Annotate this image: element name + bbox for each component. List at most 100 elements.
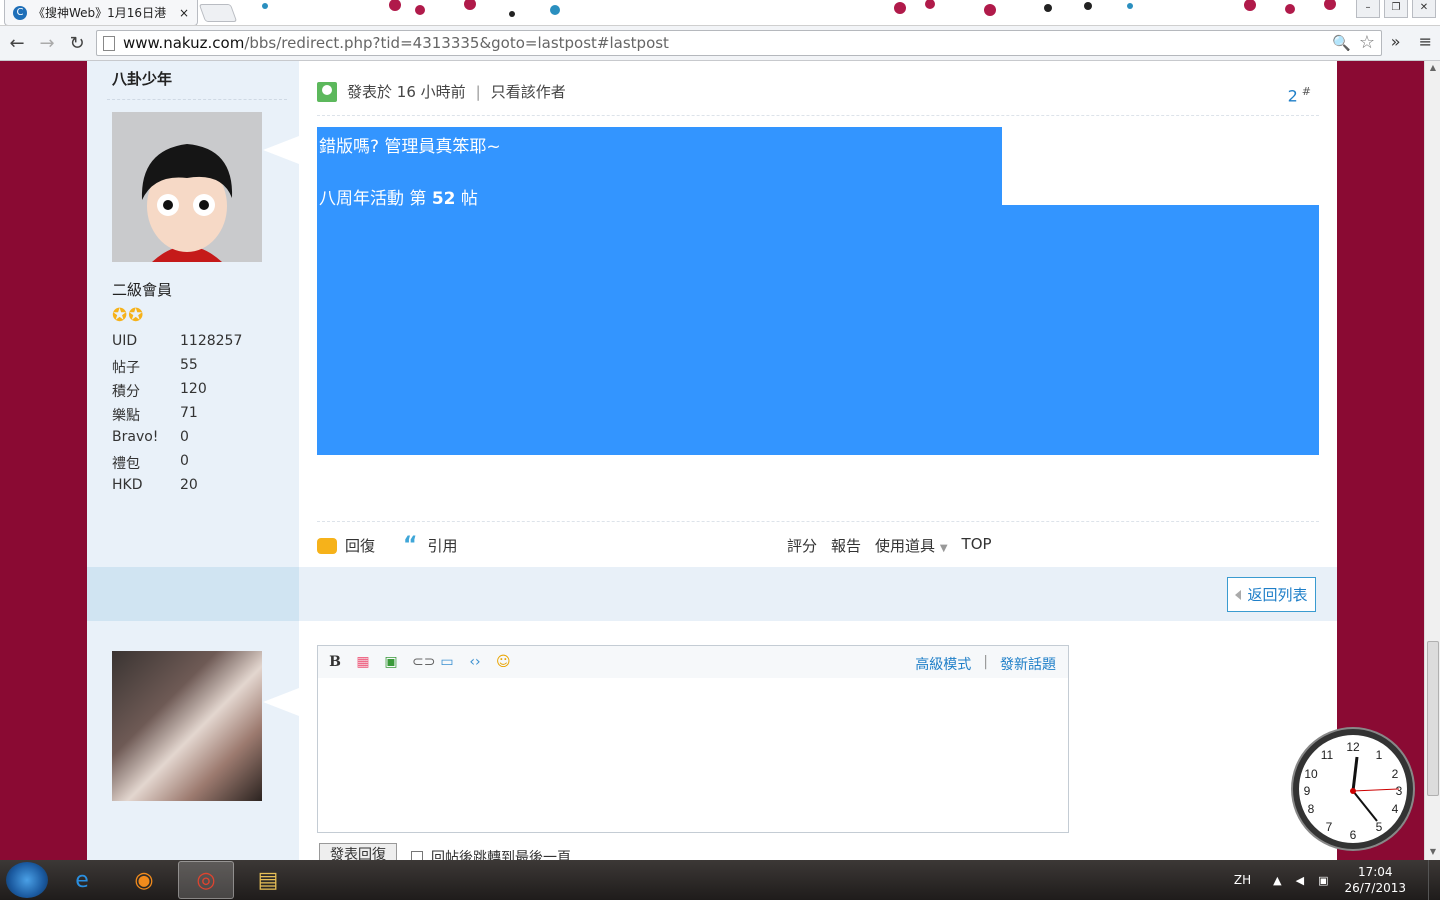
system-tray: ZH ▲ ◀ ▣ 17:04 26/7/2013 bbox=[1234, 860, 1440, 900]
reload-icon[interactable]: ↻ bbox=[64, 30, 90, 56]
message-number: 52 bbox=[431, 189, 456, 209]
post-username[interactable]: 八卦少年 bbox=[112, 68, 172, 89]
minimize-icon[interactable]: – bbox=[1356, 0, 1380, 18]
stat-row: 積分 120 bbox=[112, 381, 272, 405]
svg-text:8: 8 bbox=[1308, 802, 1315, 816]
bookmark-star-icon[interactable]: ☆ bbox=[1359, 32, 1375, 53]
clock-face-icon: 12 12 3 45 6 78 9 1011 bbox=[1304, 740, 1403, 842]
extensions-chevron-icon[interactable]: » bbox=[1391, 32, 1401, 51]
new-tab-button[interactable] bbox=[198, 4, 238, 22]
top-link[interactable]: TOP bbox=[962, 535, 992, 556]
reply-icon[interactable] bbox=[317, 537, 337, 554]
stat-value: 20 bbox=[180, 477, 198, 493]
svg-text:10: 10 bbox=[1304, 767, 1318, 781]
toolbar-right: » ≡ bbox=[1391, 32, 1432, 51]
scroll-up-icon[interactable]: ▲ bbox=[1427, 63, 1439, 75]
stat-row: HKD 20 bbox=[112, 477, 272, 501]
stat-key: HKD bbox=[112, 477, 143, 493]
text-selection bbox=[317, 205, 1319, 455]
site-favicon-icon: C bbox=[13, 5, 27, 20]
firefox-icon[interactable]: ◉ bbox=[116, 861, 172, 899]
network-icon[interactable]: ▣ bbox=[1318, 874, 1328, 887]
address-bar[interactable]: www.nakuz.com/bbs/redirect.php?tid=43133… bbox=[96, 30, 1382, 56]
quote-icon[interactable]: “ bbox=[403, 534, 417, 556]
code-icon[interactable]: ‹› bbox=[468, 655, 482, 669]
speech-bubble-icon[interactable]: ▭ bbox=[440, 655, 454, 669]
tab-close-icon[interactable]: × bbox=[179, 6, 189, 20]
message-line: 八周年活動 第 52 帖 bbox=[319, 184, 478, 209]
author-only-link[interactable]: 只看該作者 bbox=[491, 81, 566, 102]
page-icon bbox=[103, 35, 115, 51]
volume-icon[interactable]: ◀ bbox=[1296, 874, 1304, 887]
browser-toolbar: ← → ↻ www.nakuz.com/bbs/redirect.php?tid… bbox=[0, 26, 1440, 61]
left-triangle-icon bbox=[1235, 589, 1242, 600]
svg-text:6: 6 bbox=[1350, 828, 1357, 842]
rate-link[interactable]: 評分 bbox=[787, 535, 817, 556]
forward-arrow-icon[interactable]: → bbox=[34, 30, 60, 56]
reply-link[interactable]: 回復 bbox=[345, 535, 375, 556]
color-grid-icon[interactable]: ▦ bbox=[356, 655, 370, 669]
quick-reply-editor: B ▦ ▣ ⊂⊃ ▭ ‹› ☺ 高級模式 | 發新話題 bbox=[317, 645, 1069, 833]
editor-links: 高級模式 | 發新話題 bbox=[915, 654, 1056, 674]
reply-avatar[interactable] bbox=[112, 651, 262, 801]
link-icon[interactable]: ⊂⊃ bbox=[412, 655, 435, 669]
chrome-icon[interactable]: ◎ bbox=[178, 861, 234, 899]
browser-tab[interactable]: C 《搜神Web》1月16日港 × bbox=[4, 0, 198, 25]
message-prefix: 八周年活動 第 bbox=[319, 189, 427, 209]
tray-date: 26/7/2013 bbox=[1344, 881, 1406, 895]
online-user-icon bbox=[317, 81, 337, 102]
svg-text:5: 5 bbox=[1376, 820, 1383, 834]
page-scrollbar[interactable]: ▲ ▼ bbox=[1424, 61, 1440, 861]
back-arrow-icon[interactable]: ← bbox=[4, 30, 30, 56]
start-button[interactable] bbox=[6, 862, 48, 898]
menu-icon[interactable]: ≡ bbox=[1419, 32, 1432, 51]
back-to-list-button[interactable]: 返回列表 bbox=[1227, 577, 1316, 612]
smiley-icon[interactable]: ☺ bbox=[496, 655, 511, 669]
svg-text:1: 1 bbox=[1376, 748, 1383, 762]
zoom-icon[interactable]: 🔍 bbox=[1332, 34, 1351, 52]
stat-value: 120 bbox=[180, 381, 207, 397]
restore-icon[interactable]: ❐ bbox=[1384, 0, 1408, 18]
scroll-thumb[interactable] bbox=[1427, 641, 1439, 796]
internet-explorer-icon[interactable]: e bbox=[54, 861, 110, 899]
user-avatar[interactable] bbox=[112, 112, 262, 262]
file-explorer-icon[interactable]: ▤ bbox=[240, 861, 296, 899]
stat-key: 樂點 bbox=[112, 408, 140, 424]
svg-text:4: 4 bbox=[1392, 802, 1399, 816]
post-actions-left: 回復 “ 引用 bbox=[317, 534, 458, 556]
window-controls: – ❐ ✕ bbox=[1356, 0, 1436, 18]
report-link[interactable]: 報告 bbox=[831, 535, 861, 556]
show-desktop-button[interactable] bbox=[1428, 860, 1440, 900]
dropdown-caret-icon: ▼ bbox=[939, 543, 948, 554]
clock-gadget: 12 1 2 3 4 5 6 7 8 9 10 11 bbox=[1293, 729, 1413, 849]
floor-symbol: # bbox=[1301, 85, 1311, 98]
image-icon[interactable]: ▣ bbox=[384, 655, 398, 669]
message-line: 錯版嗎? 管理員真笨耶~ bbox=[319, 137, 501, 157]
post-body: 發表於 16 小時前 | 只看該作者 2 # 錯版嗎? 管理員真笨耶~ 八周年活動… bbox=[299, 69, 1337, 567]
show-hidden-icons-icon[interactable]: ▲ bbox=[1273, 874, 1281, 887]
use-item-label: 使用道具 bbox=[875, 537, 936, 555]
posted-prefix: 發表於 bbox=[347, 83, 393, 101]
advanced-mode-link[interactable]: 高級模式 bbox=[915, 654, 971, 674]
stat-row: 禮包 0 bbox=[112, 453, 272, 477]
footer-separator bbox=[317, 521, 1319, 522]
stat-key: 帖子 bbox=[112, 360, 140, 376]
rank-stars-icon: ✪✪ bbox=[112, 305, 145, 326]
post-actions-right: 評分 報告 使用道具 ▼ TOP bbox=[787, 535, 992, 556]
forum-page: 八卦少年 二級會員 ✪✪ UID 1128257 帖子 55 積分 120 樂點 71 … bbox=[87, 61, 1337, 867]
stat-key: UID bbox=[112, 333, 138, 349]
language-indicator[interactable]: ZH bbox=[1234, 873, 1251, 887]
quote-link[interactable]: 引用 bbox=[427, 535, 457, 556]
svg-text:11: 11 bbox=[1321, 748, 1334, 762]
close-window-icon[interactable]: ✕ bbox=[1412, 0, 1436, 18]
floor-number[interactable]: 2 # bbox=[1288, 85, 1311, 105]
bold-icon[interactable]: B bbox=[328, 655, 342, 669]
use-item-link[interactable]: 使用道具 ▼ bbox=[875, 535, 948, 556]
svg-text:3: 3 bbox=[1396, 784, 1403, 798]
tray-clock[interactable]: 17:04 26/7/2013 bbox=[1344, 864, 1406, 896]
svg-text:7: 7 bbox=[1326, 820, 1333, 834]
new-topic-link[interactable]: 發新話題 bbox=[1000, 654, 1056, 674]
scroll-down-icon[interactable]: ▼ bbox=[1427, 847, 1439, 859]
reply-pointer bbox=[263, 688, 299, 716]
url-host: www.nakuz.com bbox=[123, 34, 245, 52]
